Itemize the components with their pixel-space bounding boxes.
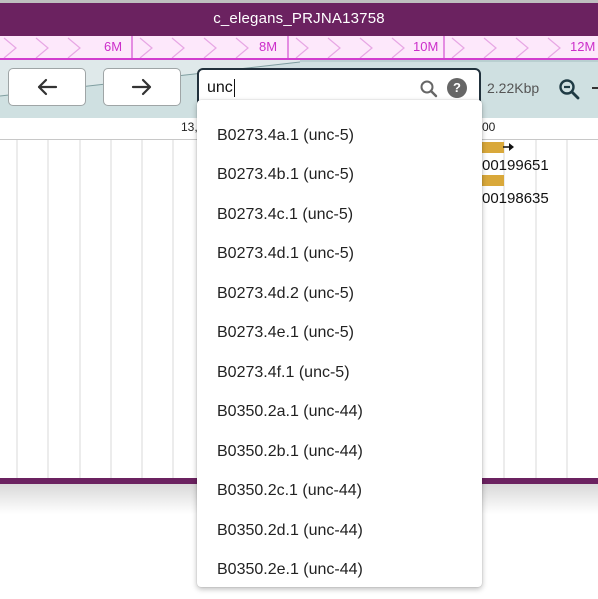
strand-arrow-icon bbox=[503, 143, 514, 151]
feature-label[interactable]: 00199651 bbox=[482, 157, 549, 174]
overview-tick-label: 10M bbox=[413, 39, 439, 54]
text-caret bbox=[234, 79, 235, 97]
autocomplete-option[interactable]: B0350.2d.1 (unc-44) bbox=[197, 511, 482, 551]
window-title-bar: c_elegans_PRJNA13758 bbox=[0, 0, 598, 36]
overview-tick-label: 8M bbox=[259, 39, 278, 54]
zoom-out-icon[interactable] bbox=[558, 78, 580, 100]
ruler-tick-label: 13, bbox=[181, 120, 198, 134]
feature-label[interactable]: 00198635 bbox=[482, 190, 549, 207]
forward-button[interactable] bbox=[103, 68, 181, 106]
help-icon[interactable]: ? bbox=[447, 78, 467, 98]
autocomplete-option[interactable]: B0273.4c.1 (unc-5) bbox=[197, 195, 482, 235]
gene-feature[interactable] bbox=[480, 175, 504, 186]
genome-browser: c_elegans_PRJNA13758 6M 8M 10M 12M 13, 0… bbox=[0, 0, 598, 599]
autocomplete-option[interactable]: B0350.2c.1 (unc-44) bbox=[197, 472, 482, 512]
autocomplete-option[interactable]: B0273.4d.1 (unc-5) bbox=[197, 235, 482, 275]
autocomplete-option[interactable]: B0350.2b.1 (unc-44) bbox=[197, 432, 482, 472]
overview-scale[interactable]: 6M 8M 10M 12M bbox=[0, 36, 598, 60]
autocomplete-option[interactable]: B0273.4d.2 (unc-5) bbox=[197, 274, 482, 314]
back-button[interactable] bbox=[8, 68, 86, 106]
gene-feature[interactable] bbox=[480, 142, 504, 153]
arrow-left-icon bbox=[37, 78, 58, 96]
zoom-slider-edge[interactable] bbox=[592, 87, 598, 89]
autocomplete-option[interactable]: B0273.4a.1 (unc-5) bbox=[197, 116, 482, 156]
search-autocomplete-dropdown[interactable]: B0273.4a.1 (unc-5) B0273.4b.1 (unc-5) B0… bbox=[197, 100, 482, 587]
overview-tick-label: 6M bbox=[104, 39, 123, 54]
overview-chevrons bbox=[3, 36, 561, 58]
search-input[interactable]: unc bbox=[207, 79, 233, 97]
autocomplete-option[interactable]: B0350.2a.1 (unc-44) bbox=[197, 393, 482, 433]
overview-tick-label: 12M bbox=[570, 39, 596, 54]
autocomplete-option[interactable]: B0273.4e.1 (unc-5) bbox=[197, 314, 482, 354]
autocomplete-list: B0273.4a.1 (unc-5) B0273.4b.1 (unc-5) B0… bbox=[197, 100, 482, 587]
autocomplete-option[interactable]: B0273.4f.1 (unc-5) bbox=[197, 353, 482, 393]
arrow-right-icon bbox=[131, 78, 152, 96]
window-title: c_elegans_PRJNA13758 bbox=[213, 9, 385, 27]
ruler-tick-label: 00 bbox=[482, 120, 496, 134]
autocomplete-option[interactable]: B0273.4b.1 (unc-5) bbox=[197, 156, 482, 196]
autocomplete-option[interactable]: B0350.2e.1 (unc-44) bbox=[197, 551, 482, 588]
visible-region-size: 2.22Kbp bbox=[487, 80, 540, 96]
magnifier-icon[interactable] bbox=[419, 79, 439, 99]
